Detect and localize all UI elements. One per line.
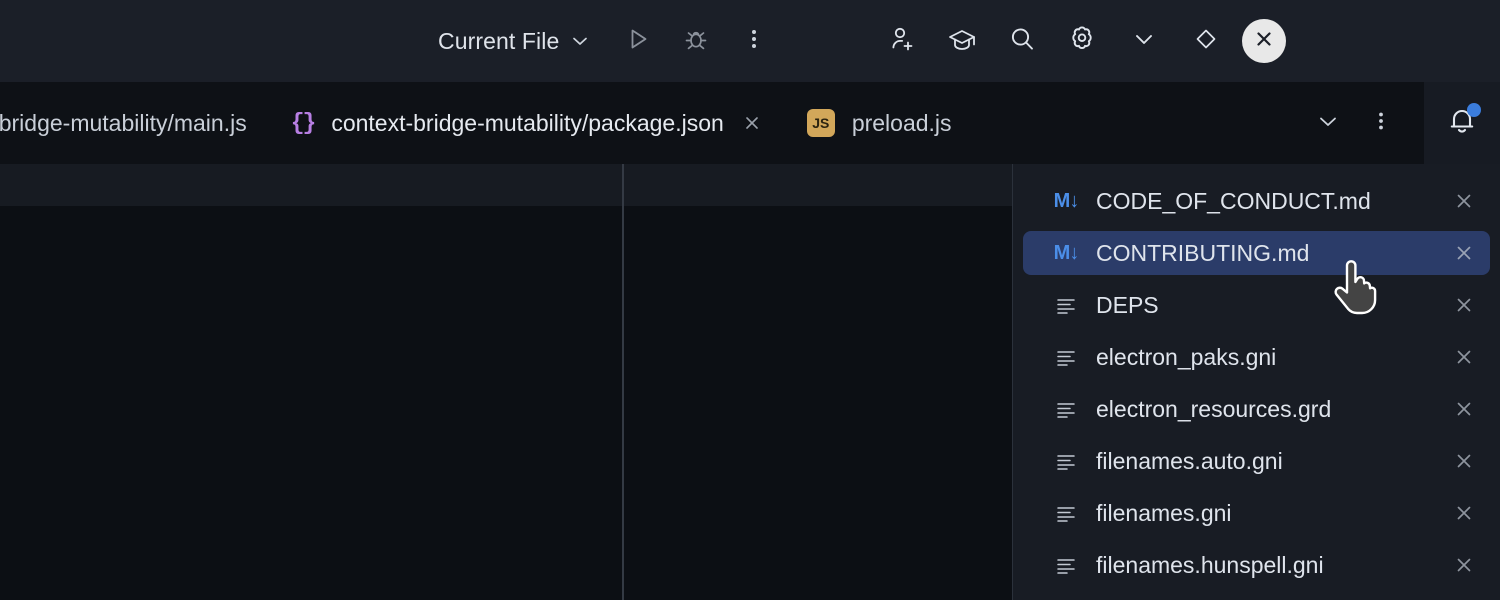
- notifications-button[interactable]: [1424, 82, 1500, 164]
- markdown-file-icon: M↓: [1053, 188, 1079, 214]
- json-file-icon: {}: [291, 110, 315, 136]
- notification-badge-dot: [1467, 103, 1481, 117]
- list-item[interactable]: filenames.gni: [1023, 491, 1490, 535]
- file-name: electron_resources.grd: [1096, 396, 1331, 423]
- file-name: electron_paks.gni: [1096, 344, 1276, 371]
- tab-title: context-bridge-mutability/package.json: [331, 110, 723, 137]
- text-file-icon: [1053, 292, 1079, 318]
- tab-options-button[interactable]: [1355, 82, 1407, 164]
- share-project-button[interactable]: [876, 15, 928, 67]
- kebab-menu-icon: [1370, 110, 1392, 137]
- list-item[interactable]: electron_resources.grd: [1023, 387, 1490, 431]
- file-close-button[interactable]: [1451, 292, 1477, 318]
- close-x-icon: [1453, 450, 1475, 472]
- recent-files-dropdown: M↓ CODE_OF_CONDUCT.md M↓ CONTRIBUTING.md…: [1012, 164, 1500, 600]
- close-x-icon: [1453, 502, 1475, 524]
- js-file-icon: JS: [807, 109, 835, 137]
- list-item[interactable]: filenames.hunspell.gni: [1023, 543, 1490, 587]
- file-name: DEPS: [1096, 292, 1159, 319]
- toolbar-collapse-button[interactable]: [1118, 15, 1170, 67]
- search-button[interactable]: [996, 15, 1048, 67]
- file-name: filenames.gni: [1096, 500, 1232, 527]
- tab-preload-js[interactable]: JS preload.js: [785, 82, 974, 164]
- text-file-icon: [1053, 344, 1079, 370]
- run-play-icon: [624, 25, 652, 58]
- close-window-button[interactable]: [1242, 19, 1286, 63]
- file-name: filenames.hunspell.gni: [1096, 552, 1324, 579]
- text-file-icon: [1053, 396, 1079, 422]
- list-item[interactable]: electron_paks.gni: [1023, 335, 1490, 379]
- list-item[interactable]: DEPS: [1023, 283, 1490, 327]
- markdown-glyph: M↓: [1054, 190, 1079, 213]
- tab-overflow-button[interactable]: [1302, 82, 1354, 164]
- run-configuration-label: Current File: [438, 28, 559, 55]
- settings-button[interactable]: [1056, 15, 1108, 67]
- file-name: CONTRIBUTING.md: [1096, 240, 1309, 267]
- text-file-icon: [1053, 500, 1079, 526]
- graduation-cap-icon: [945, 22, 979, 61]
- add-person-icon: [886, 23, 918, 60]
- text-file-icon: [1053, 448, 1079, 474]
- file-close-button[interactable]: [1451, 188, 1477, 214]
- chevron-down-icon: [570, 31, 590, 51]
- debug-button[interactable]: [670, 15, 722, 67]
- js-file-glyph: JS: [807, 109, 835, 137]
- file-close-button[interactable]: [1451, 448, 1477, 474]
- close-x-icon: [1453, 346, 1475, 368]
- bell-icon: [1441, 100, 1483, 147]
- close-x-icon: [1453, 190, 1475, 212]
- close-x-icon: [1453, 554, 1475, 576]
- gear-icon: [1065, 22, 1099, 61]
- diamond-icon: [1193, 26, 1219, 57]
- tab-main-js[interactable]: text-bridge-mutability/main.js: [0, 82, 269, 164]
- list-item[interactable]: M↓ CODE_OF_CONDUCT.md: [1023, 179, 1490, 223]
- list-item[interactable]: M↓ CONTRIBUTING.md: [1023, 231, 1490, 275]
- chevron-down-icon: [1130, 25, 1158, 58]
- run-configuration-selector[interactable]: Current File: [432, 19, 596, 63]
- learn-button[interactable]: [936, 15, 988, 67]
- editor-tab-bar: text-bridge-mutability/main.js {} contex…: [0, 82, 1500, 164]
- markdown-glyph: M↓: [1054, 242, 1079, 265]
- diamond-button[interactable]: [1180, 15, 1232, 67]
- tab-title: preload.js: [852, 110, 952, 137]
- toolbar-left-spacer: [0, 41, 432, 42]
- kebab-menu-icon: [742, 27, 766, 56]
- markdown-file-icon: M↓: [1053, 240, 1079, 266]
- tab-package-json[interactable]: {} context-bridge-mutability/package.jso…: [269, 82, 785, 164]
- main-toolbar: Current File: [0, 0, 1500, 82]
- ide-window: Current File: [0, 0, 1500, 600]
- tab-title: text-bridge-mutability/main.js: [0, 110, 247, 137]
- close-x-icon: [742, 113, 762, 133]
- run-button[interactable]: [612, 15, 664, 67]
- file-name: CODE_OF_CONDUCT.md: [1096, 188, 1371, 215]
- file-close-button[interactable]: [1451, 240, 1477, 266]
- close-x-icon: [1453, 398, 1475, 420]
- toolbar-more-button[interactable]: [728, 15, 780, 67]
- close-x-icon: [1252, 27, 1276, 56]
- file-close-button[interactable]: [1451, 344, 1477, 370]
- close-x-icon: [1453, 294, 1475, 316]
- debug-bug-icon: [682, 25, 710, 58]
- list-item[interactable]: filenames.auto.gni: [1023, 439, 1490, 483]
- file-close-button[interactable]: [1451, 552, 1477, 578]
- tabs-strip: text-bridge-mutability/main.js {} contex…: [0, 82, 1424, 164]
- file-close-button[interactable]: [1451, 500, 1477, 526]
- editor-split-divider[interactable]: [622, 164, 624, 600]
- json-file-glyph: {}: [291, 110, 315, 136]
- file-close-button[interactable]: [1451, 396, 1477, 422]
- search-icon: [1006, 23, 1038, 60]
- close-x-icon: [1453, 242, 1475, 264]
- tab-close-button[interactable]: [741, 112, 763, 134]
- chevron-down-icon: [1314, 107, 1342, 140]
- file-name: filenames.auto.gni: [1096, 448, 1283, 475]
- text-file-icon: [1053, 552, 1079, 578]
